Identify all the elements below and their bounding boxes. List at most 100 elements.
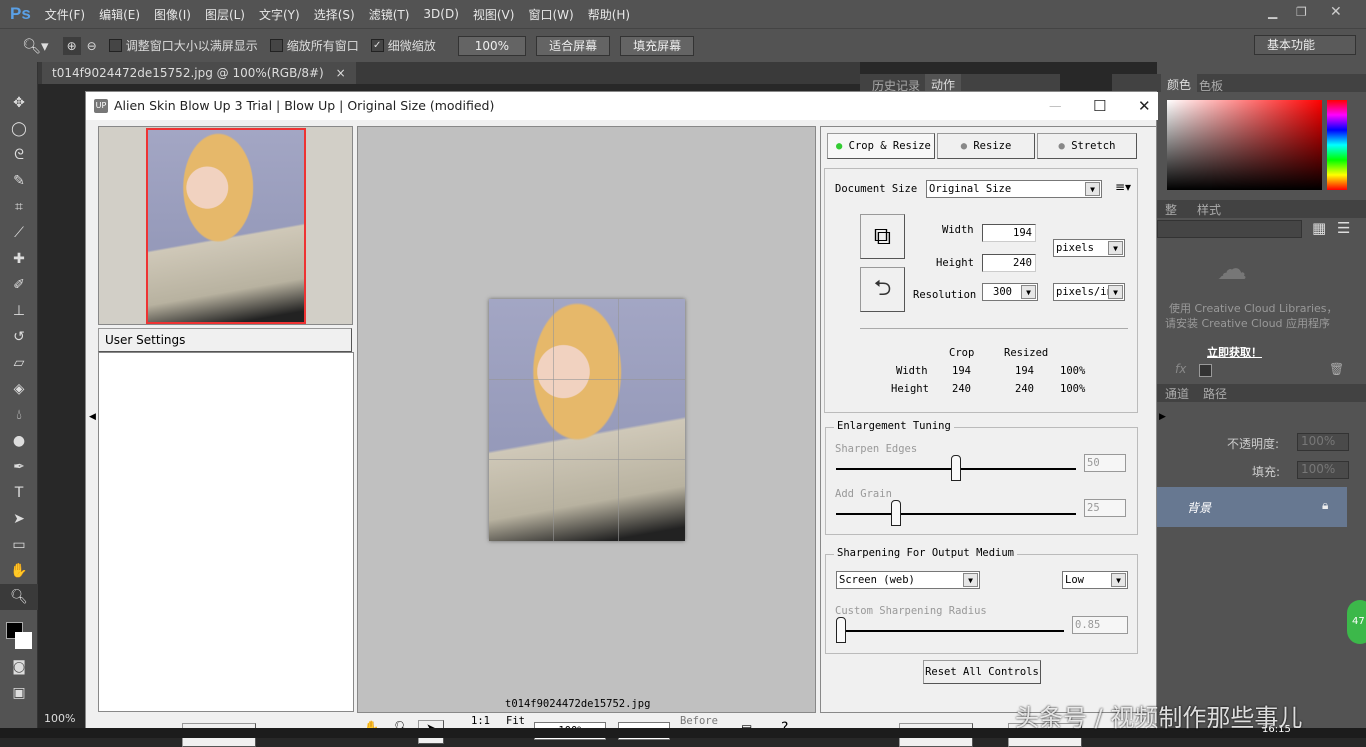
menu-file[interactable]: 文件(F) <box>45 6 85 23</box>
resolution-unit-select[interactable]: pixels/in ▼ <box>1053 283 1125 301</box>
height-input[interactable]: 240 <box>982 254 1036 272</box>
document-tab[interactable]: t014f9024472de15752.jpg @ 100%(RGB/8#) × <box>42 62 356 84</box>
delete-icon[interactable]: 🗑︎ <box>1329 362 1344 376</box>
channels-tab[interactable]: 通道 <box>1165 385 1189 402</box>
dodge-tool-icon[interactable]: ● <box>0 428 38 454</box>
zoom-out-icon[interactable]: ⊖ <box>87 39 97 53</box>
history-brush-icon[interactable]: ↺ <box>0 324 38 350</box>
hand-tool-icon[interactable]: ✋ <box>0 558 38 584</box>
menu-3d[interactable]: 3D(D) <box>423 7 458 21</box>
sharpen-level-select[interactable]: Low ▼ <box>1062 571 1128 589</box>
reset-crop-button[interactable]: ⮌ <box>860 267 905 312</box>
tab-crop-resize[interactable]: ● Crop & Resize <box>827 133 935 159</box>
fit-screen-button[interactable]: 适合屏幕 <box>536 35 611 56</box>
library-select[interactable] <box>1157 220 1302 238</box>
add-grain-track[interactable] <box>836 513 1076 515</box>
zoom-in-icon[interactable]: ⊕ <box>62 36 81 55</box>
menu-filter[interactable]: 滤镜(T) <box>369 6 410 23</box>
path-select-icon[interactable]: ➤ <box>0 506 38 532</box>
radius-thumb[interactable] <box>836 617 846 643</box>
cc-get-link[interactable]: 立即获取！ <box>1207 344 1262 360</box>
resize-windows-checkbox[interactable] <box>108 39 122 52</box>
dialog-minimize-icon[interactable]: — <box>1049 92 1062 120</box>
screen-mode-icon[interactable]: ▣ <box>0 680 38 706</box>
type-tool-icon[interactable]: T <box>0 480 38 506</box>
sharpen-edges-spinner[interactable]: 50 <box>1084 454 1126 472</box>
resolution-select[interactable]: 300 ▼ <box>982 283 1038 301</box>
fit-button[interactable]: Fit <box>504 715 527 727</box>
stamp-tool-icon[interactable]: ⊥ <box>0 298 38 324</box>
add-grain-thumb[interactable] <box>891 500 901 526</box>
color-field[interactable] <box>1167 100 1322 190</box>
move-tool-icon[interactable]: ✥ <box>0 90 38 116</box>
dialog-maximize-icon[interactable]: ☐ <box>1093 92 1106 120</box>
pen-tool-icon[interactable]: ✒ <box>0 454 38 480</box>
color-swatches[interactable] <box>0 610 37 654</box>
radius-spinner[interactable]: 0.85 <box>1072 616 1128 634</box>
menu-image[interactable]: 图像(I) <box>154 6 191 23</box>
paths-tab[interactable]: 路径 <box>1203 385 1227 402</box>
fx-icon[interactable]: fx <box>1175 362 1186 376</box>
styles-tab[interactable]: 样式 <box>1197 201 1221 218</box>
adjustments-tab[interactable]: 整 <box>1165 201 1177 218</box>
healing-tool-icon[interactable]: ✚ <box>0 246 38 272</box>
brush-tool-icon[interactable]: ✐ <box>0 272 38 298</box>
sharpen-edges-thumb[interactable] <box>951 455 961 481</box>
ps-minimize-icon[interactable]: ▁ <box>1268 5 1277 19</box>
document-size-select[interactable]: Original Size ▼ <box>926 180 1102 198</box>
collapse-right-icon[interactable]: ▶ <box>1159 412 1166 422</box>
list-view-icon[interactable]: ☰ <box>1337 219 1350 237</box>
tab-resize[interactable]: ● Resize <box>937 133 1035 159</box>
ps-restore-icon[interactable]: ❐ <box>1296 5 1307 19</box>
blur-tool-icon[interactable]: 💧︎ <box>0 402 38 428</box>
layer-row-background[interactable]: 背景 🔒︎ <box>1157 487 1347 527</box>
one-to-one-button[interactable]: 1:1 <box>469 715 492 727</box>
lasso-tool-icon[interactable]: ᘓ <box>0 142 38 168</box>
navigator-thumbnail[interactable] <box>146 128 306 324</box>
grid-view-icon[interactable]: ▦ <box>1312 219 1326 237</box>
hue-slider[interactable] <box>1327 100 1347 190</box>
user-settings-header[interactable]: User Settings <box>98 328 352 352</box>
marquee-tool-icon[interactable]: ◯ <box>0 116 38 142</box>
add-grain-spinner[interactable]: 25 <box>1084 499 1126 517</box>
menu-view[interactable]: 视图(V) <box>473 6 515 23</box>
preview-image[interactable] <box>489 299 685 541</box>
menu-edit[interactable]: 编辑(E) <box>99 6 140 23</box>
reset-all-button[interactable]: Reset All Controls <box>923 660 1041 684</box>
speed-badge[interactable]: 47 <box>1347 600 1366 644</box>
user-settings-list[interactable] <box>98 352 354 712</box>
fill-screen-button[interactable]: 填充屏幕 <box>620 35 695 56</box>
swap-orientation-button[interactable]: ⧉ <box>860 214 905 259</box>
workspace-select[interactable]: 基本功能 <box>1254 35 1356 55</box>
unit-select[interactable]: pixels ▼ <box>1053 239 1125 257</box>
preview-area[interactable]: t014f9024472de15752.jpg <box>357 126 816 713</box>
crop-tool-icon[interactable]: ⌗ <box>0 194 38 220</box>
output-medium-select[interactable]: Screen (web) ▼ <box>836 571 980 589</box>
menu-layer[interactable]: 图层(L) <box>205 6 245 23</box>
menu-icon[interactable]: ≡▾ <box>1115 180 1131 194</box>
zoom-all-checkbox[interactable] <box>269 39 283 52</box>
ps-close-icon[interactable]: ✕ <box>1330 4 1342 20</box>
quick-mask-icon[interactable]: ◙ <box>0 654 38 680</box>
collapse-left-icon[interactable]: ◀ <box>89 412 96 422</box>
eraser-tool-icon[interactable]: ▱ <box>0 350 38 376</box>
swatches-tab[interactable]: 色板 <box>1199 77 1223 94</box>
eyedropper-tool-icon[interactable]: ⟋ <box>0 220 38 246</box>
fill-input[interactable]: 100% <box>1297 461 1349 479</box>
menu-select[interactable]: 选择(S) <box>314 6 355 23</box>
menu-type[interactable]: 文字(Y) <box>259 6 300 23</box>
document-tab-close-icon[interactable]: × <box>336 66 346 80</box>
dialog-close-icon[interactable]: ✕ <box>1138 92 1151 120</box>
menu-help[interactable]: 帮助(H) <box>588 6 630 23</box>
zoom-tool-icon[interactable]: 🔍︎ <box>0 584 38 610</box>
scrubby-zoom-checkbox[interactable]: ✓ <box>370 39 384 52</box>
quick-select-tool-icon[interactable]: ✎ <box>0 168 38 194</box>
radius-track[interactable] <box>836 630 1064 632</box>
tab-stretch[interactable]: ● Stretch <box>1037 133 1137 159</box>
width-input[interactable]: 194 <box>982 224 1036 242</box>
opacity-input[interactable]: 100% <box>1297 433 1349 451</box>
navigator-preview[interactable] <box>98 126 353 325</box>
zoom-100-button[interactable]: 100% <box>457 35 527 56</box>
paint-bucket-icon[interactable]: ◈ <box>0 376 38 402</box>
new-style-icon[interactable] <box>1199 364 1212 377</box>
